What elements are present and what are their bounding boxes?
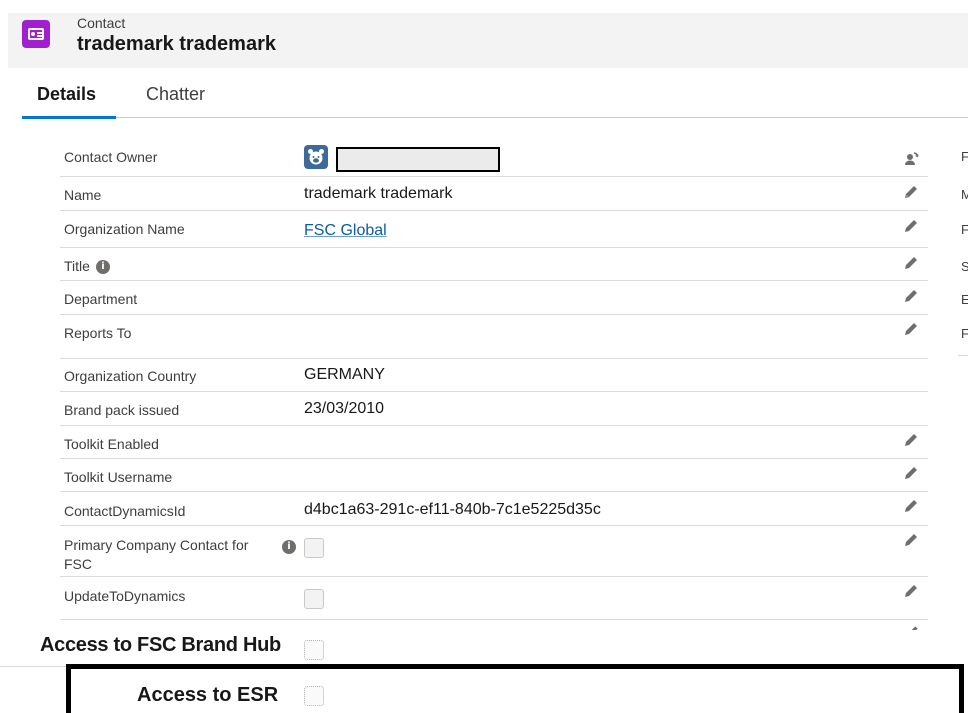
pencil-edit-icon[interactable] — [902, 582, 920, 600]
access-brand-hub-checkbox[interactable] — [304, 640, 324, 660]
pencil-edit-icon[interactable] — [902, 464, 920, 482]
pencil-edit-icon[interactable] — [902, 431, 920, 449]
owner-name-redacted[interactable] — [336, 147, 500, 172]
access-esr-label: Access to ESR — [137, 684, 279, 706]
field-value: 23/03/2010 — [304, 400, 385, 417]
record-title: trademark trademark — [77, 33, 276, 55]
owner-avatar[interactable] — [304, 145, 328, 169]
field-label: Primary Company Contact for FSC — [64, 537, 249, 572]
update-to-dynamics-checkbox[interactable] — [304, 589, 324, 609]
change-owner-icon[interactable] — [902, 151, 920, 169]
contact-card-icon — [22, 20, 50, 48]
field-update-to-dynamics: UpdateToDynamics — [60, 577, 928, 620]
info-icon[interactable]: i — [95, 260, 110, 275]
pencil-edit-icon[interactable] — [902, 287, 920, 305]
field-organization-country: Organization Country GERMANY — [60, 359, 928, 392]
field-toolkit-enabled: Toolkit Enabled — [60, 426, 928, 459]
field-label: Brand pack issued — [64, 402, 180, 418]
divider — [0, 666, 66, 667]
field-label: Title — [64, 258, 90, 274]
field-label-wrap: Title i — [64, 257, 110, 276]
pencil-edit-icon[interactable] — [906, 624, 920, 630]
field-contact-owner: Contact Owner — [60, 140, 928, 177]
field-label: Toolkit Enabled — [64, 436, 159, 452]
field-primary-company-contact: Primary Company Contact for FSC i — [60, 526, 928, 577]
field-department: Department — [60, 281, 928, 315]
field-toolkit-username: Toolkit Username — [60, 459, 928, 492]
right-field-initial: M — [961, 187, 968, 202]
field-label: Organization Country — [64, 368, 197, 384]
pencil-edit-icon[interactable] — [902, 183, 920, 201]
field-label: Toolkit Username — [64, 469, 173, 485]
pencil-edit-icon[interactable] — [902, 497, 920, 515]
access-esr-highlight: Access to ESR — [66, 664, 964, 713]
right-field-initial: F — [961, 222, 968, 237]
field-label: Reports To — [64, 325, 132, 341]
field-value: d4bc1a63-291c-ef11-840b-7c1e5225d35c — [304, 501, 601, 518]
active-tab-indicator — [22, 116, 116, 119]
access-esr-checkbox[interactable] — [304, 686, 324, 706]
tab-details[interactable]: Details — [37, 84, 96, 105]
organization-link[interactable]: FSC Global — [304, 222, 387, 240]
field-value: trademark trademark — [304, 185, 453, 202]
field-contact-dynamics-id: ContactDynamicsId d4bc1a63-291c-ef11-840… — [60, 492, 928, 526]
field-label: UpdateToDynamics — [64, 588, 186, 604]
pencil-edit-icon[interactable] — [902, 531, 920, 549]
record-header: Contact trademark trademark — [8, 13, 968, 68]
field-label: ContactDynamicsId — [64, 503, 186, 519]
pencil-edit-icon[interactable] — [902, 217, 920, 235]
field-organization-name: Organization Name FSC Global — [60, 211, 928, 248]
pencil-edit-icon[interactable] — [902, 320, 920, 338]
object-type-label: Contact — [77, 15, 126, 31]
record-tabs: Details Chatter — [22, 78, 968, 119]
right-field-initial: E — [961, 292, 968, 307]
field-brand-pack-issued: Brand pack issued 23/03/2010 — [60, 392, 928, 426]
field-value: GERMANY — [304, 366, 385, 383]
tab-chatter[interactable]: Chatter — [146, 84, 205, 105]
right-field-initial: F — [961, 326, 968, 341]
field-title: Title i — [60, 248, 928, 281]
primary-contact-checkbox[interactable] — [304, 538, 324, 558]
access-brand-hub-label: Access to FSC Brand Hub — [40, 634, 281, 656]
field-label: Contact Owner — [64, 149, 158, 165]
field-reports-to: Reports To — [60, 315, 928, 359]
field-label: Organization Name — [64, 221, 185, 237]
field-label: Name — [64, 187, 102, 203]
right-column-fields: F M F S E F — [958, 140, 968, 356]
info-icon[interactable]: i — [282, 539, 296, 554]
right-field-initial: F — [961, 149, 968, 164]
pencil-edit-icon[interactable] — [902, 254, 920, 272]
field-label: Department — [64, 291, 138, 307]
field-name: Name trademark trademark — [60, 177, 928, 211]
right-field-initial: S — [961, 259, 968, 274]
